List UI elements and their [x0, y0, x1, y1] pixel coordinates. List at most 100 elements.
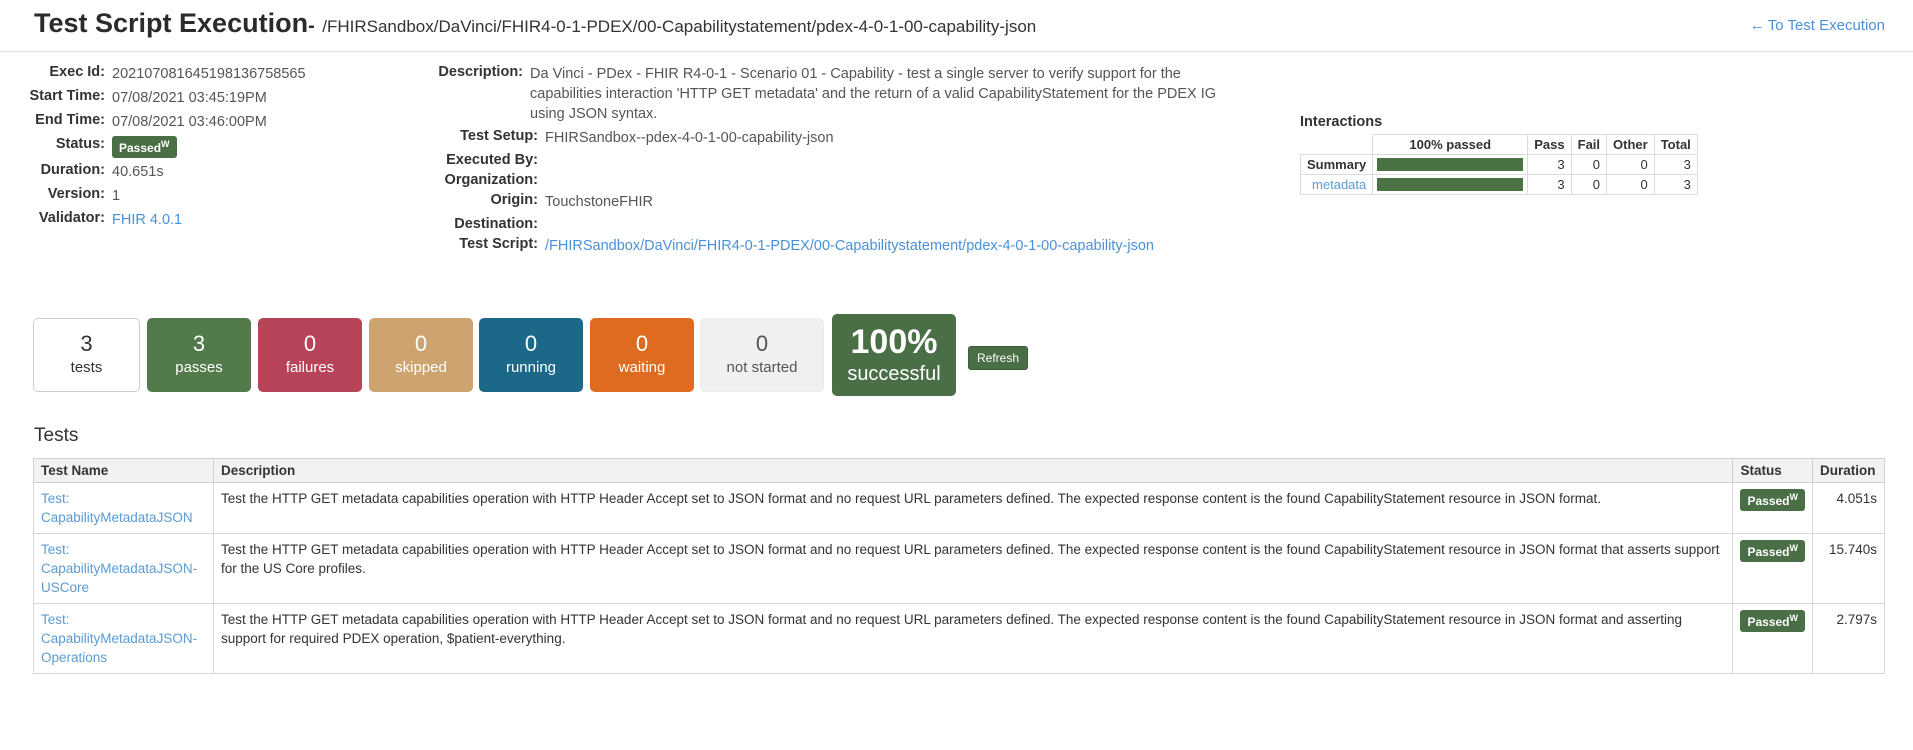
interactions-other-value: 0 — [1606, 174, 1655, 195]
tests-header-row: Test Name Description Status Duration — [33, 458, 1885, 483]
stat-label: waiting — [618, 359, 666, 376]
execution-summary: Exec Id: 202107081645198136758565 Start … — [0, 52, 1913, 302]
stat-value: 3 — [80, 331, 93, 356]
progress-fill — [1377, 178, 1524, 191]
status-badge-text: Passed — [1747, 615, 1790, 629]
tests-col-duration[interactable]: Duration — [1812, 458, 1885, 483]
description-value: Da Vinci - PDex - FHIR R4-0-1 - Scenario… — [530, 66, 1217, 122]
page-title-main: Test Script Execution — [34, 8, 309, 38]
test-name-link[interactable]: CapabilityMetadataJSON-USCore — [41, 559, 206, 597]
page-header: Test Script Execution- /FHIRSandbox/DaVi… — [0, 0, 1913, 52]
test-prefix-label[interactable]: Test: — [41, 489, 206, 508]
stat-box-skipped[interactable]: 0 skipped — [369, 318, 473, 392]
status-badge: PassedW — [1740, 610, 1805, 632]
status-badge-superscript: W — [161, 139, 170, 149]
description-label: Description: — [438, 64, 523, 80]
test-prefix-label[interactable]: Test: — [41, 610, 206, 629]
stat-box-successful: 100% successful — [832, 314, 956, 396]
status-badge-superscript: W — [1789, 543, 1799, 553]
interactions-total-value: 3 — [1653, 174, 1698, 195]
stat-label: successful — [847, 363, 941, 385]
test-prefix-label[interactable]: Test: — [41, 540, 206, 559]
interactions-other-value: 0 — [1606, 154, 1655, 175]
back-arrow-icon: ← — [1749, 17, 1765, 34]
test-duration-cell: 4.051s — [1812, 482, 1885, 534]
progress-fill — [1377, 158, 1524, 171]
to-test-execution-link[interactable]: ← To Test Execution — [1750, 17, 1885, 34]
status-value: PassedW — [112, 136, 177, 158]
stat-box-failures[interactable]: 0 failures — [258, 318, 362, 392]
progress-track — [1377, 158, 1524, 171]
refresh-button[interactable]: Refresh — [968, 346, 1029, 370]
description-row: Description: Da Vinci - PDex - FHIR R4-0… — [430, 64, 1220, 124]
test-name-link[interactable]: CapabilityMetadataJSON — [41, 508, 206, 527]
validator-row: Validator: FHIR 4.0.1 — [0, 210, 420, 230]
stat-value: 100% — [850, 323, 938, 361]
organization-label: Organization: — [444, 172, 538, 188]
execution-details-middle: Description: Da Vinci - PDex - FHIR R4-0… — [430, 64, 1220, 260]
interactions-total-value: 3 — [1653, 154, 1698, 175]
interactions-pass-value: 3 — [1527, 154, 1572, 175]
duration-value: 40.651s — [112, 164, 164, 180]
test-name-cell: Test: CapabilityMetadataJSON-USCore — [33, 533, 214, 604]
test-description-cell: Test the HTTP GET metadata capabilities … — [212, 482, 1734, 534]
table-row: Test: CapabilityMetadataJSON-USCore Test… — [33, 533, 1885, 604]
end-time-label: End Time: — [35, 112, 105, 128]
origin-label: Origin: — [490, 192, 538, 208]
tests-col-test-name[interactable]: Test Name — [33, 458, 214, 483]
test-name-cell: Test: CapabilityMetadataJSON-Operations — [33, 603, 214, 674]
interactions-progress-cell — [1372, 154, 1529, 175]
stat-box-tests[interactable]: 3 tests — [33, 318, 140, 392]
interactions-fail-value: 0 — [1570, 154, 1608, 175]
organization-row: Organization: — [430, 172, 1220, 188]
test-description-cell: Test the HTTP GET metadata capabilities … — [212, 533, 1734, 604]
interactions-col-percent: 100% passed — [1372, 134, 1529, 155]
tests-table: Test Name Description Status Duration Te… — [33, 458, 1885, 674]
test-setup-value: FHIRSandbox--pdex-4-0-1-00-capability-js… — [545, 130, 834, 146]
interactions-header-row: 100% passed Pass Fail Other Total — [1299, 134, 1698, 155]
page-title-path: /FHIRSandbox/DaVinci/FHIR4-0-1-PDEX/00-C… — [322, 17, 1037, 36]
page-title-separator: - — [308, 15, 315, 37]
status-badge-text: Passed — [1747, 494, 1790, 508]
validator-value-link[interactable]: FHIR 4.0.1 — [112, 210, 182, 230]
stat-box-waiting[interactable]: 0 waiting — [590, 318, 694, 392]
stat-value: 0 — [524, 331, 538, 356]
tests-col-status[interactable]: Status — [1732, 458, 1813, 483]
execution-details-left: Exec Id: 202107081645198136758565 Start … — [0, 64, 420, 234]
tests-col-description[interactable]: Description — [212, 458, 1734, 483]
test-setup-label: Test Setup: — [460, 128, 538, 144]
start-time-value: 07/08/2021 03:45:19PM — [112, 90, 267, 106]
stat-value: 0 — [635, 331, 649, 356]
test-name-link[interactable]: CapabilityMetadataJSON-Operations — [41, 629, 206, 667]
test-script-row: Test Script: /FHIRSandbox/DaVinci/FHIR4-… — [430, 236, 1220, 256]
stat-box-running[interactable]: 0 running — [479, 318, 583, 392]
test-description-cell: Test the HTTP GET metadata capabilities … — [212, 603, 1734, 674]
stat-box-passes[interactable]: 3 passes — [147, 318, 251, 392]
test-script-label: Test Script: — [459, 236, 538, 252]
duration-row: Duration: 40.651s — [0, 162, 420, 182]
stat-label: failures — [285, 359, 335, 376]
origin-value: TouchstoneFHIR — [545, 194, 653, 210]
status-badge-superscript: W — [1789, 613, 1799, 623]
stat-box-not-started[interactable]: 0 not started — [700, 318, 824, 392]
test-script-link[interactable]: /FHIRSandbox/DaVinci/FHIR4-0-1-PDEX/00-C… — [545, 236, 1154, 256]
duration-label: Duration: — [40, 162, 105, 178]
stat-value: 0 — [755, 331, 769, 356]
stat-label: running — [505, 359, 557, 376]
interactions-col-fail: Fail — [1570, 134, 1608, 155]
interactions-col-blank — [1299, 134, 1374, 155]
executed-by-label: Executed By: — [446, 152, 538, 168]
end-time-row: End Time: 07/08/2021 03:46:00PM — [0, 112, 420, 132]
status-row: Status: PassedW — [0, 136, 420, 158]
back-link-label: To Test Execution — [1767, 17, 1885, 34]
destination-label: Destination: — [454, 216, 538, 232]
destination-row: Destination: — [430, 216, 1220, 232]
executed-by-row: Executed By: — [430, 152, 1220, 168]
tests-heading: Tests — [34, 425, 79, 446]
origin-row: Origin: TouchstoneFHIR — [430, 192, 1220, 212]
interactions-row-metadata: metadata 3 0 0 3 — [1299, 174, 1698, 195]
version-row: Version: 1 — [0, 186, 420, 206]
interactions-col-other: Other — [1606, 134, 1655, 155]
end-time-value: 07/08/2021 03:46:00PM — [112, 114, 267, 130]
interactions-row-label-link[interactable]: metadata — [1299, 174, 1374, 195]
